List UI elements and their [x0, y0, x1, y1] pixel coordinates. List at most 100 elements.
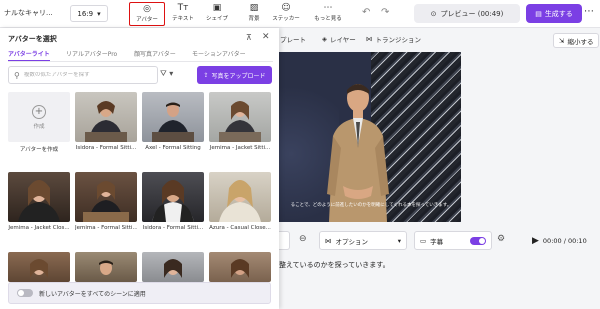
upload-icon: ⇪ — [203, 71, 209, 79]
avatar-name: Azura - Casual Close... — [209, 225, 271, 231]
play-icon[interactable]: ▶ — [532, 236, 539, 246]
tab-avatar-lite[interactable]: アバターライト — [8, 49, 50, 61]
avatar-name: Isidora - Formal Sitti... — [142, 225, 204, 231]
plus-icon: + — [32, 104, 46, 119]
tool-text[interactable]: Tт テキスト — [165, 2, 201, 26]
scene-canvas[interactable]: ることで、どのように前進したいのかを明確にしてくれる本を探っていきます。 — [279, 52, 461, 222]
search-input[interactable] — [23, 72, 154, 78]
avatar-card[interactable]: Isidora - Formal Sitti... — [142, 172, 204, 231]
option-label: オプション — [335, 237, 369, 246]
transition-button[interactable]: ⋈ トランジション — [366, 34, 421, 44]
aspect-ratio-select[interactable]: 16:9 ▾ — [70, 5, 108, 22]
more-options-icon[interactable]: ⋯ — [584, 6, 594, 17]
avatar-card[interactable] — [142, 252, 204, 282]
caption-icon: ▭ — [420, 236, 427, 245]
apply-all-scenes-bar: 新しいアバターをすべてのシーンに適用 — [8, 282, 271, 304]
pin-icon[interactable]: ⊼ — [246, 33, 252, 42]
tool-avatar[interactable]: ◎ アバター — [129, 2, 165, 26]
avatar-card[interactable] — [8, 252, 70, 282]
template-label: プレート — [280, 36, 306, 44]
avatar-card[interactable]: Isidora - Formal Sitti... — [75, 92, 137, 151]
apply-all-toggle[interactable] — [17, 289, 33, 297]
tool-more-label: もっと見る — [314, 16, 342, 22]
avatar-name: Isidora - Formal Sitti... — [75, 145, 137, 151]
upload-label: 写真をアップロード — [211, 72, 266, 80]
template-button[interactable]: プレート — [280, 34, 306, 44]
create-avatar-card[interactable]: + 作成 アバターを作成 — [8, 92, 70, 153]
avatar-thumbnail — [8, 172, 70, 222]
project-name[interactable]: ナルなキャリ... — [4, 8, 62, 18]
preview-button[interactable]: ⊙ プレビュー (00:49) — [414, 4, 520, 23]
close-icon[interactable]: ✕ — [262, 32, 270, 42]
playback: ▶ 00:00 / 00:10 — [527, 231, 599, 250]
shrink-button[interactable]: ⇲ 縮小する — [553, 33, 600, 48]
controls-left-edge — [279, 231, 290, 250]
create-avatar-tile: + 作成 — [8, 92, 70, 142]
redo-icon[interactable]: ↷ — [381, 7, 389, 18]
avatar-card[interactable]: Jemima - Jacket Sitti... — [209, 92, 271, 151]
minus-circle-icon[interactable]: ⊖ — [299, 234, 307, 244]
tab-real-avatar-pro[interactable]: リアルアバターPro — [66, 49, 117, 58]
tool-more[interactable]: ⋯ もっと見る — [306, 2, 350, 26]
avatar-thumbnail — [209, 92, 271, 142]
shrink-label: 縮小する — [567, 37, 594, 46]
undo-icon[interactable]: ↶ — [362, 7, 370, 18]
more-icon: ⋯ — [323, 3, 333, 13]
avatar-search[interactable]: ⚲ — [8, 66, 158, 84]
avatar-card[interactable]: Azura - Casual Close... — [209, 172, 271, 231]
avatar-name: Jemima - Jacket Clos... — [8, 225, 70, 231]
avatar-name: Jemima - Formal Sitti... — [75, 225, 137, 231]
scene-toolbar: プレート ◈ レイヤー ⋈ トランジション — [270, 30, 600, 50]
tool-sticker[interactable]: ☺ ステッカー — [268, 2, 304, 26]
chevron-down-icon: ▾ — [97, 9, 101, 18]
caption-toggle[interactable] — [470, 236, 486, 245]
tool-avatar-label: アバター — [136, 17, 158, 23]
tool-background[interactable]: ▨ 背景 — [236, 2, 272, 26]
preview-button-label: プレビュー (00:49) — [440, 9, 504, 18]
tab-photo-avatar[interactable]: 顔写真アバター — [134, 49, 176, 58]
scene-controls: ⊖ ⋈ オプション ▾ ▭ 字幕 ⚙ ▶ 00:00 / 00:10 — [279, 231, 600, 251]
avatar-thumbnail — [75, 92, 137, 142]
avatar-thumbnail — [142, 92, 204, 142]
avatar-thumbnail — [75, 172, 137, 222]
avatar-figure[interactable] — [319, 76, 397, 222]
script-text[interactable]: 整えているのかを探っていきます。 — [279, 260, 390, 270]
avatar-card[interactable]: Jemima - Jacket Clos... — [8, 172, 70, 231]
create-avatar-caption: アバターを作成 — [19, 147, 59, 153]
chevron-down-icon: ▾ — [397, 236, 401, 245]
tool-shape[interactable]: ▣ シェイプ — [199, 2, 235, 26]
caption-label: 字幕 — [430, 237, 444, 246]
settings-icon[interactable]: ⚙ — [497, 234, 505, 244]
avatar-thumbnail — [8, 252, 70, 282]
text-icon: Tт — [177, 3, 189, 13]
avatar-thumbnail — [142, 172, 204, 222]
avatar-card[interactable] — [209, 252, 271, 282]
layer-button[interactable]: ◈ レイヤー — [322, 34, 356, 44]
caption-toggle-group[interactable]: ▭ 字幕 — [414, 231, 492, 250]
avatar-select-panel: アバターを選択 ⊼ ✕ アバターライト リアルアバターPro 顔写真アバター モ… — [0, 28, 279, 309]
transition-icon: ⋈ — [366, 35, 373, 43]
avatar-card[interactable]: Jemima - Formal Sitti... — [75, 172, 137, 231]
upload-photo-button[interactable]: ⇪ 写真をアップロード — [197, 66, 272, 84]
option-icon: ⋈ — [325, 236, 332, 245]
playback-time: 00:00 / 00:10 — [542, 236, 587, 245]
avatar-tabs: アバターライト リアルアバターPro 顔写真アバター モーションアバター — [8, 48, 273, 62]
generate-icon: ▤ — [535, 9, 542, 18]
filter-icon[interactable]: ⛛ ▾ — [160, 69, 173, 79]
generate-button[interactable]: ▤ 生成する — [526, 4, 582, 23]
play-circle-icon: ⊙ — [430, 9, 437, 18]
tab-motion-avatar[interactable]: モーションアバター — [192, 49, 246, 58]
avatar-icon: ◎ — [143, 4, 151, 14]
tool-background-label: 背景 — [248, 16, 260, 22]
layer-icon: ◈ — [322, 35, 327, 43]
top-toolbar: ナルなキャリ... 16:9 ▾ ◎ アバター Tт テキスト ▣ シェイプ ▨… — [0, 0, 600, 28]
avatar-card[interactable]: Axel - Formal Sitting — [142, 92, 204, 151]
avatar-name: Jemima - Jacket Sitti... — [209, 145, 271, 151]
shape-icon: ▣ — [212, 3, 222, 13]
tool-sticker-label: ステッカー — [272, 16, 300, 22]
avatar-card[interactable] — [75, 252, 137, 282]
tool-shape-label: シェイプ — [205, 16, 228, 22]
generate-button-label: 生成する — [544, 9, 573, 18]
panel-title: アバターを選択 — [8, 35, 57, 43]
option-select[interactable]: ⋈ オプション ▾ — [319, 231, 407, 250]
